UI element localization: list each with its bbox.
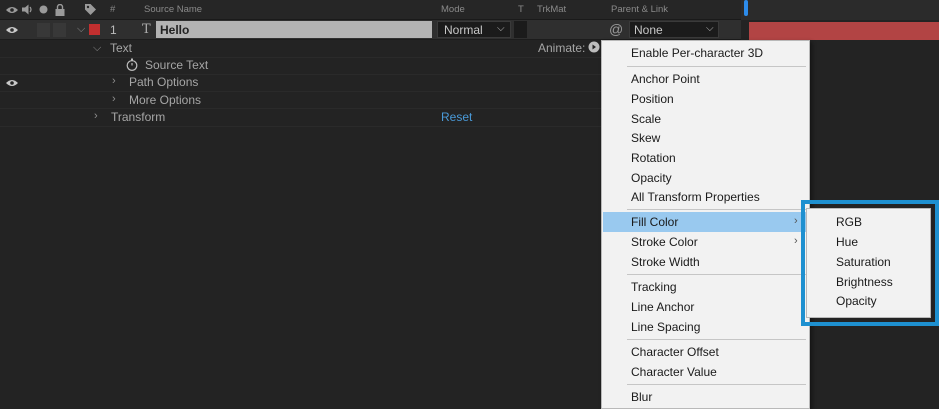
menu-separator (627, 209, 806, 210)
menu-separator (627, 384, 806, 385)
header-parent-link: Parent & Link (611, 4, 669, 15)
lock-icon[interactable] (53, 3, 66, 16)
transform-chevron-right-icon[interactable]: › (94, 110, 98, 122)
submenu-item-rgb[interactable]: RGB (836, 215, 862, 229)
layer-label-color[interactable] (89, 24, 100, 35)
animate-label: Animate: (538, 41, 586, 55)
current-time-indicator[interactable] (744, 0, 748, 16)
parent-value: None (634, 23, 663, 37)
header-source-name[interactable]: Source Name (144, 4, 202, 15)
header-trkmat: TrkMat (537, 4, 567, 15)
menu-item-enable-per-character-3d[interactable]: Enable Per-character 3D (631, 46, 763, 60)
header-number: # (110, 4, 116, 15)
layer-twirl-chevron-down-icon[interactable]: ⌵ (77, 23, 85, 36)
menu-item-character-offset[interactable]: Character Offset (631, 345, 719, 359)
eye-icon[interactable] (5, 3, 18, 16)
submenu-item-hue[interactable]: Hue (836, 235, 858, 249)
menu-item-stroke-color[interactable]: Stroke Color (631, 235, 698, 249)
menu-separator (627, 339, 806, 340)
layer-solo-box[interactable] (37, 23, 50, 37)
layer-name: Hello (160, 23, 190, 37)
menu-item-stroke-width[interactable]: Stroke Width (631, 255, 700, 269)
layer-lock-box[interactable] (53, 23, 66, 37)
label-tag-icon[interactable] (84, 3, 97, 16)
menu-item-fill-color[interactable]: Fill Color (631, 215, 678, 229)
menu-separator (627, 274, 806, 275)
menu-item-rotation[interactable]: Rotation (631, 151, 676, 165)
path-options-label: Path Options (129, 75, 199, 89)
submenu-item-brightness[interactable]: Brightness (836, 275, 893, 289)
path-options-chevron-right-icon[interactable]: › (112, 75, 116, 87)
solo-dot-icon[interactable] (37, 3, 50, 16)
header-t: T (518, 4, 524, 15)
chevron-down-icon: ⌵ (497, 23, 505, 34)
more-options-chevron-right-icon[interactable]: › (112, 93, 116, 105)
blend-mode-value: Normal (444, 23, 483, 37)
menu-separator (627, 66, 806, 67)
layer-number: 1 (110, 23, 117, 37)
more-options-label: More Options (129, 93, 202, 107)
chevron-down-icon: ⌵ (706, 23, 714, 34)
stopwatch-icon[interactable] (126, 58, 138, 74)
menu-item-position[interactable]: Position (631, 92, 674, 106)
menu-item-anchor-point[interactable]: Anchor Point (631, 72, 700, 86)
timeline-ruler[interactable] (741, 0, 939, 20)
path-options-eye-icon[interactable] (5, 76, 18, 89)
animate-play-icon[interactable] (588, 41, 600, 56)
menu-item-line-spacing[interactable]: Line Spacing (631, 320, 700, 334)
menu-item-skew[interactable]: Skew (631, 131, 660, 145)
submenu-chevron-right-icon: › (794, 235, 798, 247)
layer-duration-bar[interactable] (749, 22, 939, 40)
menu-item-opacity[interactable]: Opacity (631, 171, 672, 185)
submenu-chevron-right-icon: › (794, 215, 798, 227)
header-mode: Mode (441, 4, 465, 15)
menu-item-line-anchor[interactable]: Line Anchor (631, 300, 694, 314)
layer-name-field[interactable] (156, 21, 432, 38)
source-text-label: Source Text (145, 58, 209, 72)
text-group-chevron-down-icon[interactable]: ⌵ (93, 42, 101, 55)
transform-label: Transform (111, 110, 166, 124)
menu-item-tracking[interactable]: Tracking (631, 280, 677, 294)
menu-item-all-transform-properties[interactable]: All Transform Properties (631, 190, 760, 204)
menu-item-blur[interactable]: Blur (631, 390, 652, 404)
transform-reset-link[interactable]: Reset (441, 110, 472, 124)
layer-visibility-eye-icon[interactable] (5, 23, 18, 36)
menu-item-scale[interactable]: Scale (631, 112, 661, 126)
text-group-label: Text (110, 41, 133, 55)
submenu-item-saturation[interactable]: Saturation (836, 255, 891, 269)
text-layer-type-icon: T (142, 22, 151, 37)
pick-whip-icon[interactable]: @ (609, 21, 623, 37)
submenu-item-opacity[interactable]: Opacity (836, 294, 877, 308)
speaker-icon[interactable] (21, 3, 34, 16)
preserve-transparency-box[interactable] (514, 21, 527, 38)
menu-item-character-value[interactable]: Character Value (631, 365, 717, 379)
